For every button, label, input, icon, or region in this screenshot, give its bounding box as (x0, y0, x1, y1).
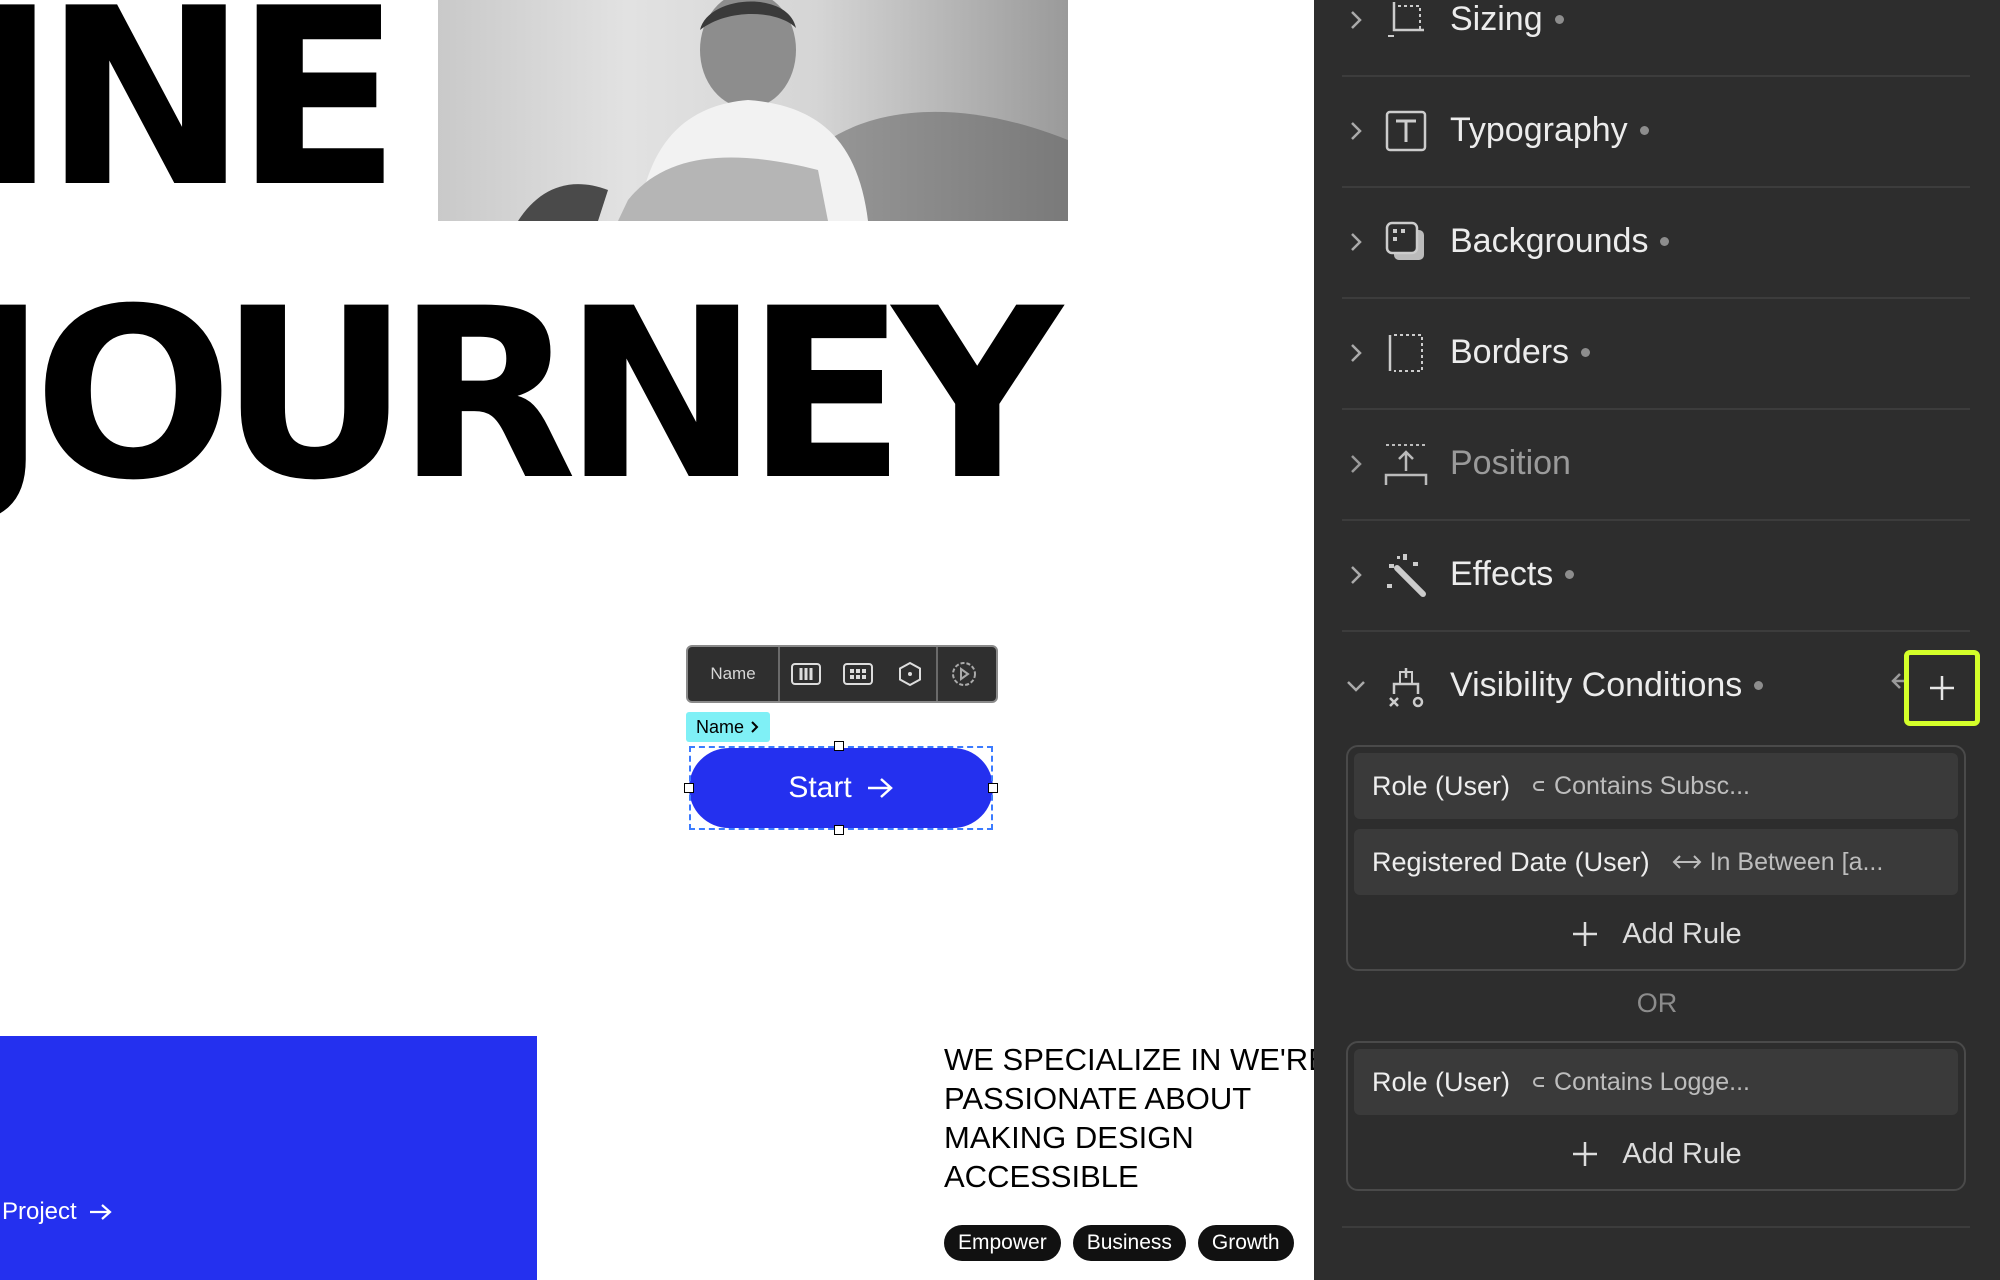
specialize-paragraph[interactable]: WE SPECIALIZE IN WE'RE PASSIONATE ABOUT … (944, 1040, 1314, 1196)
chevron-right-icon (1342, 342, 1370, 364)
sizing-icon (1378, 0, 1434, 40)
resize-handle-left[interactable] (684, 783, 694, 793)
tag-pill[interactable]: Business (1072, 1225, 1186, 1261)
tag-list: Empower Business Growth (944, 1225, 1294, 1261)
rule-operator-text: Contains Subsc... (1554, 771, 1750, 800)
add-rule-button[interactable]: Add Rule (1354, 905, 1958, 963)
section-borders[interactable]: Borders (1342, 297, 1970, 410)
toolbar-name-label[interactable]: Name (688, 647, 780, 701)
position-icon (1378, 441, 1434, 487)
section-label: Backgrounds (1450, 222, 1649, 260)
status-dot (1639, 126, 1649, 135)
section-label: Effects (1450, 555, 1554, 593)
rule-operator: Contains Logge... (1532, 1068, 1750, 1097)
section-backgrounds[interactable]: Backgrounds (1342, 186, 1970, 299)
project-link-label: Project (2, 1198, 77, 1225)
condition-group: Role (User) Contains Logge... Add Rule (1346, 1041, 1966, 1191)
chevron-right-icon (1342, 9, 1370, 31)
effects-icon (1378, 552, 1434, 598)
resize-handle-right[interactable] (988, 783, 998, 793)
hero-heading-line1[interactable]: INE (0, 0, 402, 221)
section-label: Sizing (1450, 0, 1543, 38)
chevron-right-icon (1342, 564, 1370, 586)
columns-icon[interactable] (780, 647, 832, 701)
tag-pill[interactable]: Empower (944, 1225, 1061, 1261)
project-link[interactable]: Project (2, 1198, 113, 1226)
section-label: Borders (1450, 333, 1570, 371)
rule-field: Registered Date (User) (1372, 846, 1650, 877)
rule-operator: In Between [a... (1672, 847, 1884, 877)
section-sizing[interactable]: Sizing (1342, 0, 1970, 77)
plus-icon (1573, 1142, 1598, 1166)
section-position[interactable]: Position (1342, 408, 1970, 521)
condition-rule[interactable]: Registered Date (User) In Between [a... (1354, 829, 1958, 895)
hero-heading-line2[interactable]: JOURNEY (0, 278, 1062, 513)
add-rule-button[interactable]: Add Rule (1354, 1125, 1958, 1183)
condition-group: Role (User) Contains Subsc... Registered… (1346, 745, 1966, 971)
status-dot (1554, 15, 1564, 24)
typography-icon (1378, 109, 1434, 153)
rule-field: Role (User) (1372, 770, 1511, 801)
status-dot (1581, 348, 1591, 357)
status-dot (1754, 681, 1764, 690)
section-typography[interactable]: Typography (1342, 75, 1970, 188)
section-label: Typography (1450, 111, 1628, 149)
tag-pill[interactable]: Growth (1197, 1225, 1294, 1261)
status-dot (1660, 237, 1670, 246)
section-label: Position (1450, 444, 1571, 482)
settings-icon[interactable] (938, 647, 990, 701)
add-rule-label: Add Rule (1622, 1137, 1742, 1170)
plus-icon (1573, 922, 1598, 946)
contains-icon (1533, 781, 1545, 791)
add-condition-group-button[interactable] (1904, 650, 1980, 726)
grid-icon[interactable] (832, 647, 884, 701)
between-icon (1672, 855, 1702, 869)
add-rule-label: Add Rule (1622, 917, 1742, 950)
visibility-conditions-icon (1378, 664, 1434, 708)
element-toolbar: Name (686, 645, 998, 703)
chevron-right-icon (751, 721, 759, 733)
section-label: Visibility Conditions (1450, 666, 1743, 704)
component-icon[interactable] (884, 647, 938, 701)
contains-icon (1533, 1077, 1545, 1087)
selection-name-tag[interactable]: Name (686, 712, 771, 742)
chevron-right-icon (1342, 231, 1370, 253)
rule-operator-text: In Between [a... (1709, 847, 1884, 876)
rule-field: Role (User) (1372, 1066, 1511, 1097)
chevron-right-icon (1342, 453, 1370, 475)
resize-handle-bottom[interactable] (834, 825, 844, 835)
condition-rule[interactable]: Role (User) Contains Subsc... (1354, 753, 1958, 819)
section-effects[interactable]: Effects (1342, 519, 1970, 632)
resize-handle-top[interactable] (834, 741, 844, 751)
arrow-right-icon (89, 1204, 112, 1220)
backgrounds-icon (1378, 220, 1434, 264)
plus-icon (1930, 676, 1954, 700)
condition-rule[interactable]: Role (User) Contains Logge... (1354, 1049, 1958, 1115)
chevron-right-icon (1342, 120, 1370, 142)
design-canvas[interactable]: INE JOURNEY Name Name Start Project WE S… (0, 0, 1314, 1280)
project-card[interactable] (0, 1036, 537, 1280)
divider (1342, 1226, 1970, 1228)
selection-name-label: Name (696, 716, 745, 737)
hero-photo[interactable] (438, 0, 1068, 221)
selection-frame (689, 746, 993, 830)
status-dot (1565, 570, 1575, 579)
rule-operator-text: Contains Logge... (1554, 1067, 1751, 1096)
rule-operator: Contains Subsc... (1532, 772, 1750, 801)
borders-icon (1378, 331, 1434, 375)
or-separator: OR (1636, 988, 1678, 1018)
chevron-down-icon (1342, 679, 1370, 693)
section-visibility-conditions[interactable]: Visibility Conditions (1342, 630, 1970, 741)
